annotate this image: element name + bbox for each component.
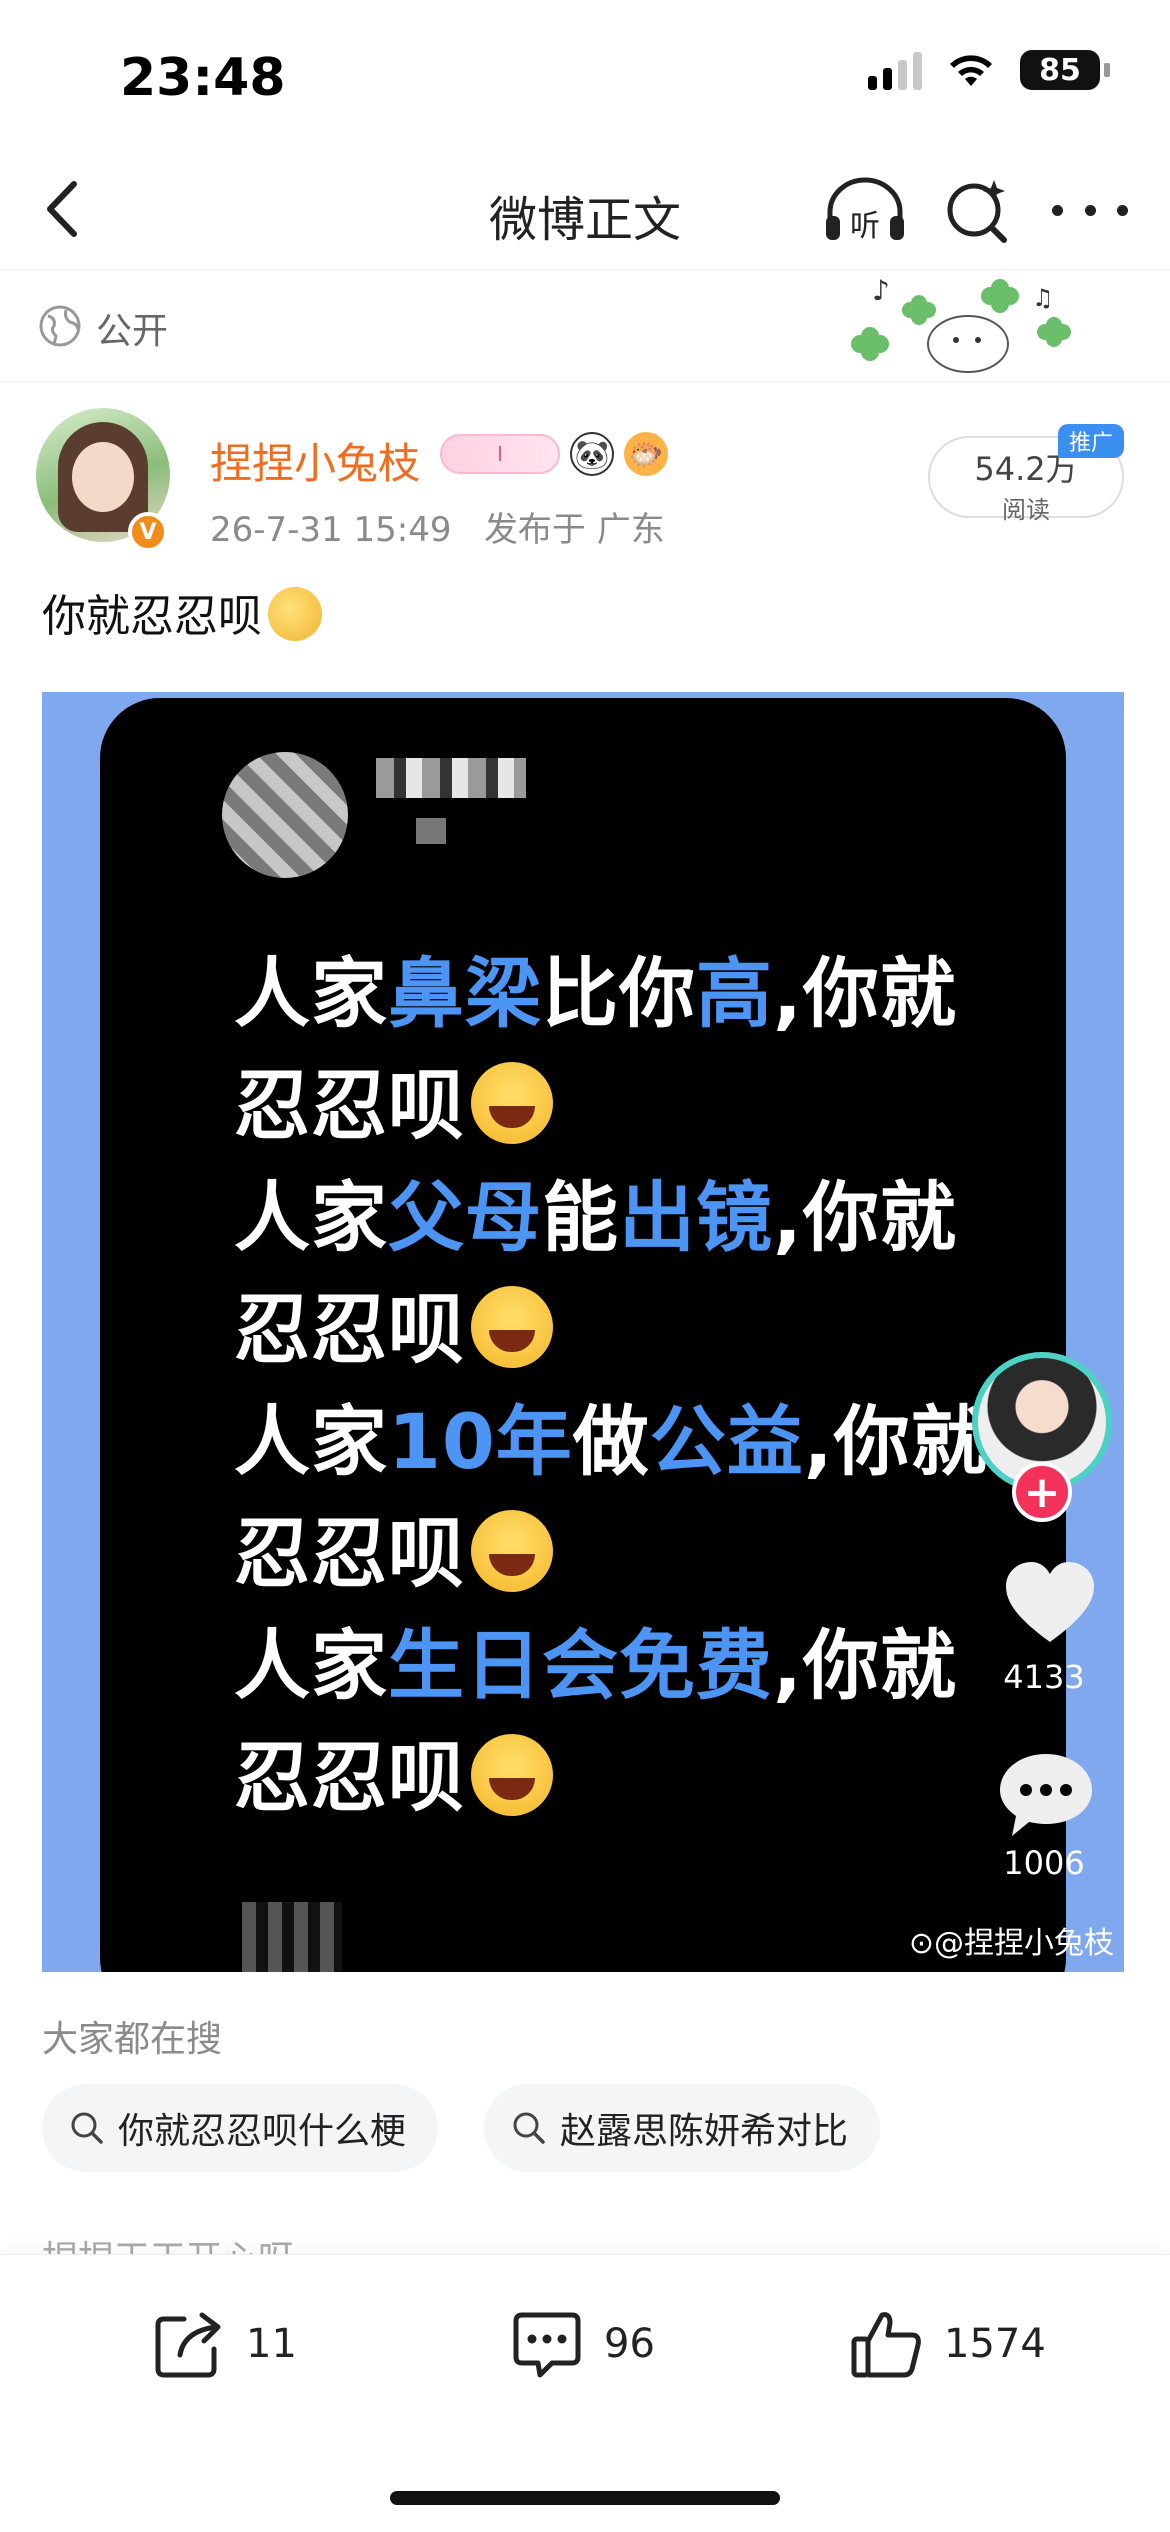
wifi-icon: [950, 55, 992, 86]
search-chip-label: 你就忍忍呗什么梗: [118, 2111, 407, 2152]
post-image[interactable]: 人家鼻梁比你高,你就 忍忍呗 人家父母能出镜,你就 忍忍呗 人家10年做公益,你就 忍忍呗…: [42, 692, 1124, 1972]
cellular-signal-icon: [868, 50, 922, 90]
search-icon[interactable]: [940, 172, 1016, 248]
battery-icon: 85: [1020, 50, 1110, 90]
search-chip-label: 赵露思陈妍希对比: [560, 2111, 849, 2152]
highlight-text: 出镜: [619, 1173, 773, 1262]
image-text: 做: [572, 1397, 650, 1486]
highlight-text: 生日会免费: [388, 1621, 773, 1710]
promo-tag: 推广: [1058, 424, 1124, 458]
image-text: 忍忍呗: [234, 1509, 465, 1598]
repost-button[interactable]: 11: [150, 2305, 297, 2383]
image-text-line: 人家生日会免费,你就: [234, 1610, 988, 1722]
repost-icon: [155, 2312, 221, 2378]
headphones-icon[interactable]: 听: [820, 172, 910, 248]
panda-icon: 🐼: [570, 432, 614, 476]
highlight-text: 10年: [388, 1397, 573, 1486]
comment-button[interactable]: 96: [508, 2305, 655, 2383]
search-icon: [513, 2112, 545, 2144]
image-text: 能: [542, 1173, 619, 1262]
laughing-emoji-icon: [471, 1286, 553, 1368]
image-text-line: 人家10年做公益,你就: [234, 1386, 988, 1498]
status-bar: 23:48 85: [0, 0, 1170, 150]
visibility-row: 公开 ♪ ♫: [0, 272, 1170, 382]
image-text-lines: 人家鼻梁比你高,你就 忍忍呗 人家父母能出镜,你就 忍忍呗 人家10年做公益,你就 忍忍呗…: [234, 938, 988, 1834]
image-text: 比你: [542, 949, 696, 1038]
author-badges: I 🐼 🐡: [440, 432, 668, 476]
image-text-line: 忍忍呗: [234, 1050, 988, 1162]
search-heading: 大家都在搜: [42, 2019, 223, 2060]
search-chip[interactable]: 赵露思陈妍希对比: [484, 2084, 881, 2172]
pufferfish-icon: 🐡: [624, 432, 668, 476]
highlight-text: 高: [696, 949, 773, 1038]
svg-text:听: 听: [850, 209, 880, 244]
comment-bubble-icon: [1000, 1754, 1092, 1836]
post-text: 你就忍忍呗: [42, 580, 322, 644]
highlight-text: 父母: [388, 1173, 542, 1262]
author-name[interactable]: 捏捏小兔枝: [210, 430, 420, 491]
highlight-text: 公益: [649, 1397, 804, 1486]
image-text: 人家: [234, 1621, 388, 1710]
search-chip[interactable]: 你就忍忍呗什么梗: [42, 2084, 439, 2172]
image-text: 人家: [234, 949, 388, 1038]
like-count: 1574: [944, 2321, 1046, 2367]
read-count-label: 阅读: [1002, 496, 1050, 524]
image-text: 人家: [234, 1397, 388, 1486]
image-text-line: 忍忍呗: [234, 1274, 988, 1386]
repost-count: 11: [246, 2321, 297, 2367]
thinking-emoji-icon: [268, 587, 322, 641]
image-text: ,你就: [803, 1397, 988, 1486]
blurred-footer: [242, 1902, 342, 1972]
image-text-line: 人家鼻梁比你高,你就: [234, 938, 988, 1050]
post-timestamp: 26-7-31 15:49: [210, 510, 452, 550]
more-icon[interactable]: [1052, 180, 1128, 240]
image-text: ,你就: [773, 1173, 957, 1262]
svg-text:♫: ♫: [1032, 284, 1054, 312]
status-icons: 85: [868, 50, 1110, 90]
follow-plus-icon: +: [1012, 1462, 1072, 1522]
verified-badge-icon: V: [128, 512, 168, 552]
image-text: ,你就: [773, 949, 957, 1038]
nav-bar: 微博正文 听: [0, 150, 1170, 270]
heart-icon: [1006, 1562, 1094, 1642]
watermark-text: @捏捏小兔枝: [934, 1926, 1114, 1961]
clover-decoration-icon: ♪ ♫: [851, 274, 1071, 373]
status-time: 23:48: [120, 48, 286, 108]
globe-icon: [39, 305, 81, 347]
battery-level: 85: [1020, 50, 1100, 90]
image-text: 忍忍呗: [234, 1285, 465, 1374]
svg-text:♪: ♪: [872, 274, 890, 307]
partial-text: 捏捏天天开心呀: [42, 2230, 294, 2254]
post-meta: 26-7-31 15:49 发布于 广东: [210, 502, 665, 551]
post-location: 发布于 广东: [483, 510, 665, 550]
thumbs-up-icon: [851, 2312, 921, 2378]
laughing-emoji-icon: [471, 1510, 553, 1592]
home-indicator: [390, 2491, 780, 2505]
image-text-line: 忍忍呗: [234, 1722, 988, 1834]
action-bar: 11 96 1574: [0, 2254, 1170, 2532]
weibo-watermark: ⊙@捏捏小兔枝: [908, 1926, 1114, 1961]
image-text-line: 人家父母能出镜,你就: [234, 1162, 988, 1274]
image-text: 忍忍呗: [234, 1733, 465, 1822]
comment-icon: [513, 2312, 581, 2378]
image-text: 人家: [234, 1173, 388, 1262]
laughing-emoji-icon: [471, 1734, 553, 1816]
image-text: ,你就: [773, 1621, 957, 1710]
blurred-username: [376, 758, 526, 798]
blurred-avatar: [222, 752, 348, 878]
comment-count: 96: [604, 2321, 655, 2367]
image-like-count: 4133: [1003, 1658, 1085, 1696]
visibility-label: 公开: [96, 311, 169, 352]
screenshot-frame: 人家鼻梁比你高,你就 忍忍呗 人家父母能出镜,你就 忍忍呗 人家10年做公益,你就 忍忍呗…: [100, 698, 1066, 1972]
image-text: 忍忍呗: [234, 1061, 465, 1150]
post-text-content: 你就忍忍呗: [42, 591, 262, 642]
search-icon: [71, 2112, 103, 2144]
fan-badge: I: [440, 434, 560, 474]
laughing-emoji-icon: [471, 1062, 553, 1144]
like-button[interactable]: 1574: [848, 2305, 1046, 2383]
image-text-line: 忍忍呗: [234, 1498, 988, 1610]
image-comment-count: 1006: [1003, 1844, 1085, 1882]
highlight-text: 鼻梁: [388, 949, 542, 1038]
